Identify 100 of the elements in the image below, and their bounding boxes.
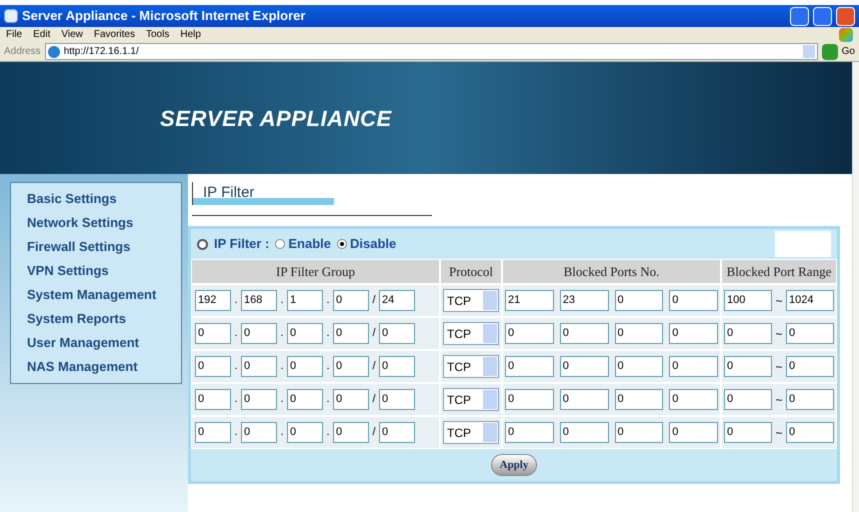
- input-field[interactable]: 1: [287, 290, 323, 311]
- tilde-text: ~: [774, 292, 784, 310]
- separator-text: .: [325, 293, 331, 308]
- input-field[interactable]: 21: [505, 290, 554, 311]
- input-field[interactable]: 0: [560, 323, 608, 344]
- input-field[interactable]: 0: [241, 356, 277, 377]
- separator-text: /: [371, 326, 377, 342]
- input-field[interactable]: 0: [614, 356, 664, 377]
- menu-item[interactable]: Help: [180, 27, 201, 42]
- input-field[interactable]: 0: [195, 422, 231, 443]
- menu-item[interactable]: Edit: [33, 27, 50, 42]
- protocol-select[interactable]: TCP: [443, 421, 499, 444]
- separator-text: .: [325, 326, 331, 342]
- input-field[interactable]: 0: [333, 290, 369, 311]
- window-title: Server Appliance - Microsoft Internet Explorer: [22, 7, 306, 26]
- close-button[interactable]: [836, 6, 855, 26]
- sidebar-item[interactable]: System Management: [27, 283, 181, 307]
- input-field[interactable]: 0: [241, 323, 277, 344]
- menu-item[interactable]: View: [61, 27, 83, 42]
- menu-item[interactable]: File: [6, 27, 22, 42]
- input-field[interactable]: 0: [241, 389, 277, 410]
- separator-text: .: [279, 392, 285, 408]
- input-field[interactable]: 1024: [786, 290, 834, 311]
- separator-text: .: [233, 425, 239, 440]
- input-field[interactable]: 0: [560, 422, 608, 443]
- protocol-select[interactable]: TCP: [443, 289, 499, 312]
- input-field[interactable]: 0: [560, 356, 608, 377]
- separator-text: .: [233, 359, 239, 374]
- input-field[interactable]: 0: [333, 422, 369, 443]
- input-field[interactable]: 0: [669, 389, 718, 410]
- sidebar-item[interactable]: Network Settings: [27, 211, 181, 235]
- app-icon: [4, 9, 18, 23]
- apply-button[interactable]: Apply: [490, 454, 538, 476]
- input-field[interactable]: 0: [614, 290, 664, 311]
- input-field[interactable]: 0: [195, 389, 231, 410]
- input-field[interactable]: 0: [287, 323, 323, 344]
- input-field[interactable]: 0: [614, 323, 664, 344]
- input-field[interactable]: 100: [724, 290, 772, 311]
- input-field[interactable]: 0: [379, 422, 415, 443]
- sidebar-item[interactable]: Firewall Settings: [27, 235, 181, 259]
- column-header: Blocked Port Range: [722, 260, 836, 283]
- sidebar-item[interactable]: Basic Settings: [27, 187, 181, 211]
- scrollbar[interactable]: [852, 62, 859, 512]
- input-field[interactable]: 0: [669, 323, 718, 344]
- input-field[interactable]: 0: [614, 422, 664, 443]
- minimize-button[interactable]: [790, 6, 809, 26]
- ip-filter-label: IP Filter :: [214, 235, 270, 254]
- menu-item[interactable]: Favorites: [94, 27, 135, 42]
- banner-title: SERVER APPLIANCE: [160, 104, 392, 132]
- input-field[interactable]: 0: [786, 323, 834, 344]
- input-field[interactable]: 0: [786, 389, 834, 410]
- protocol-select[interactable]: TCP: [443, 388, 499, 411]
- sidebar-item[interactable]: VPN Settings: [27, 259, 181, 283]
- input-field[interactable]: 168: [241, 290, 277, 311]
- tilde-text: ~: [774, 424, 784, 442]
- menu-item[interactable]: Tools: [146, 27, 170, 42]
- input-field[interactable]: 0: [241, 422, 277, 443]
- input-field[interactable]: 0: [333, 356, 369, 377]
- input-field[interactable]: 0: [379, 323, 415, 344]
- radio-option[interactable]: Enable: [275, 234, 332, 254]
- input-field[interactable]: 0: [287, 356, 323, 377]
- column-header: IP Filter Group: [192, 260, 439, 283]
- input-field[interactable]: 0: [333, 389, 369, 410]
- column-header: Blocked Ports No.: [503, 260, 720, 283]
- input-field[interactable]: 0: [287, 422, 323, 443]
- sidebar-item[interactable]: User Management: [27, 331, 181, 355]
- input-field[interactable]: 0: [195, 356, 231, 377]
- input-field[interactable]: 0: [724, 323, 772, 344]
- input-field[interactable]: 0: [669, 356, 718, 377]
- input-field[interactable]: 0: [505, 323, 554, 344]
- input-field[interactable]: 0: [195, 323, 231, 344]
- input-field[interactable]: 24: [379, 290, 415, 311]
- sidebar-item[interactable]: System Reports: [27, 307, 181, 331]
- input-field[interactable]: 23: [560, 290, 608, 311]
- separator-text: .: [279, 425, 285, 440]
- input-field[interactable]: 0: [724, 356, 772, 377]
- input-field[interactable]: 0: [614, 389, 664, 410]
- address-field[interactable]: http://172.16.1.1/: [44, 43, 818, 60]
- input-field[interactable]: 0: [786, 356, 834, 377]
- input-field[interactable]: 0: [333, 323, 369, 344]
- target-icon: [197, 238, 208, 250]
- protocol-select[interactable]: TCP: [443, 322, 499, 345]
- input-field[interactable]: 192: [195, 290, 231, 311]
- maximize-button[interactable]: [813, 6, 832, 26]
- input-field[interactable]: 0: [724, 422, 772, 443]
- input-field[interactable]: 0: [786, 422, 834, 443]
- input-field[interactable]: 0: [505, 356, 554, 377]
- input-field[interactable]: 0: [724, 389, 772, 410]
- sidebar-item[interactable]: NAS Management: [27, 355, 181, 379]
- input-field[interactable]: 0: [287, 389, 323, 410]
- go-button[interactable]: Go: [842, 44, 855, 59]
- input-field[interactable]: 0: [505, 422, 554, 443]
- input-field[interactable]: 0: [560, 389, 608, 410]
- radio-option[interactable]: Disable: [337, 234, 396, 254]
- input-field[interactable]: 0: [379, 356, 415, 377]
- protocol-select[interactable]: TCP: [443, 355, 499, 378]
- input-field[interactable]: 0: [669, 290, 718, 311]
- input-field[interactable]: 0: [505, 389, 554, 410]
- input-field[interactable]: 0: [379, 389, 415, 410]
- input-field[interactable]: 0: [669, 422, 718, 443]
